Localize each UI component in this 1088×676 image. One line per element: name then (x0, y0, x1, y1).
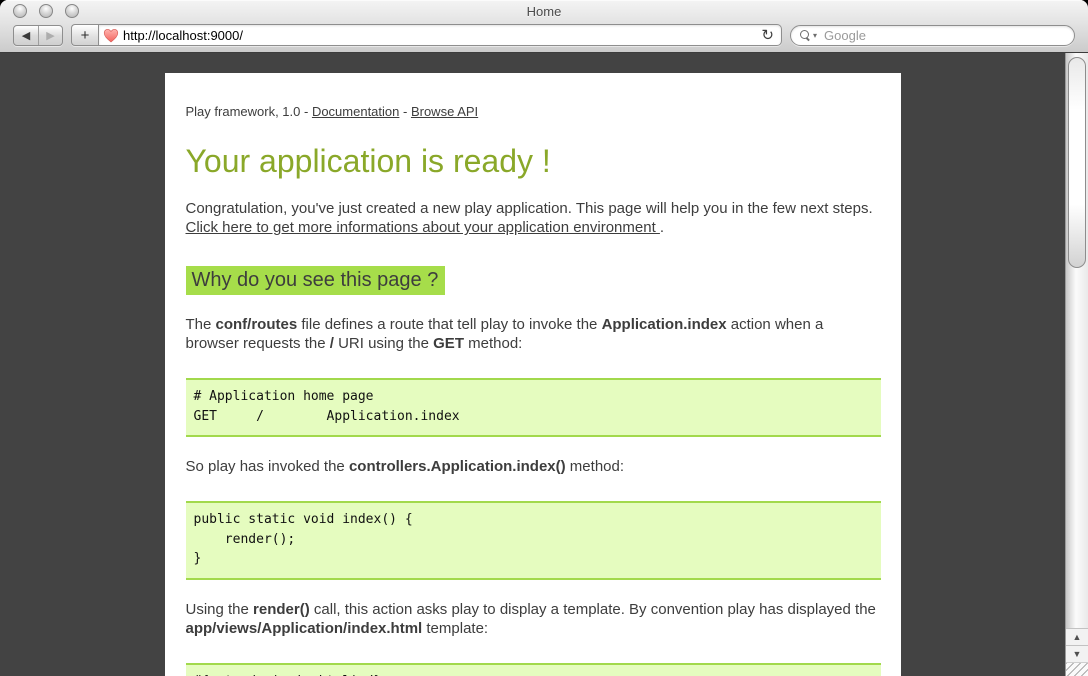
text-span: - (399, 104, 411, 119)
history-nav-group: ◀ ▶ (13, 25, 63, 46)
intro-paragraph: Congratulation, you've just created a ne… (186, 199, 881, 237)
action-code-block: public static void index() { render(); } (186, 501, 881, 580)
template-paragraph: Using the render() call, this action ask… (186, 600, 881, 638)
routes-code-block: # Application home page GET / Applicatio… (186, 378, 881, 437)
scrollbar-arrows: ▲ ▼ (1066, 628, 1088, 662)
zoom-button[interactable] (65, 4, 79, 18)
emphasis-text: render() (253, 601, 310, 618)
emphasis-text: conf/routes (216, 316, 298, 333)
text-span: Play framework, 1.0 - (186, 104, 312, 119)
window-title: Home (527, 4, 562, 19)
emphasis-text: app/views/Application/index.html (186, 620, 423, 637)
search-icon (800, 30, 810, 40)
forward-button[interactable]: ▶ (38, 26, 62, 45)
page-title: Your application is ready ! (186, 144, 881, 179)
text-span: template: (422, 620, 488, 637)
browser-chrome: Home ◀ ▶ + http: (0, 0, 1088, 53)
search-dropdown-icon[interactable]: ▾ (813, 31, 817, 40)
text-span: . (660, 219, 664, 236)
text-span: Using the (186, 601, 254, 618)
text-span: call, this action asks play to display a… (310, 601, 876, 618)
scrollbar-thumb[interactable] (1068, 57, 1086, 268)
text-span: The (186, 316, 216, 333)
window-controls (13, 4, 79, 18)
inline-link[interactable]: Click here to get more informations abou… (186, 219, 660, 236)
text-span: Congratulation, you've just created a ne… (186, 200, 873, 217)
search-placeholder: Google (824, 28, 866, 43)
refresh-icon[interactable]: ↻ (761, 28, 774, 43)
emphasis-text: Application.index (602, 316, 727, 333)
text-span: file defines a route that tell play to i… (297, 316, 601, 333)
browser-window: Home ◀ ▶ + http: (0, 0, 1088, 676)
page-background: Play framework, 1.0 - Documentation - Br… (0, 53, 1065, 676)
text-span: So play has invoked the (186, 458, 349, 475)
window-resize-grip[interactable] (1066, 662, 1088, 676)
heart-favicon-icon (103, 28, 119, 43)
breadcrumb: Play framework, 1.0 - Documentation - Br… (186, 102, 881, 121)
vertical-scrollbar[interactable]: ▲ ▼ (1065, 53, 1088, 676)
invoked-paragraph: So play has invoked the controllers.Appl… (186, 457, 881, 476)
emphasis-text: GET (433, 335, 464, 352)
text-span: method: (566, 458, 624, 475)
scroll-down-button[interactable]: ▼ (1066, 645, 1088, 662)
template-code-block: #{extends 'main.html' /} #{set title:'Ho… (186, 663, 881, 676)
address-bar[interactable]: http://localhost:9000/ ↻ (98, 24, 782, 46)
routes-paragraph: The conf/routes file defines a route tha… (186, 315, 881, 353)
inline-link[interactable]: Documentation (312, 104, 399, 119)
browser-toolbar: ◀ ▶ + http://localhost:9000/ ↻ (0, 22, 1088, 52)
title-bar[interactable]: Home (0, 0, 1088, 22)
back-button[interactable]: ◀ (14, 26, 38, 45)
emphasis-text: controllers.Application.index() (349, 458, 566, 475)
address-bar-group: + http://localhost:9000/ ↻ (71, 24, 782, 46)
text-span: URI using the (334, 335, 433, 352)
page-viewport: Play framework, 1.0 - Documentation - Br… (0, 53, 1088, 676)
play-welcome-page: Play framework, 1.0 - Documentation - Br… (165, 73, 901, 676)
url-text[interactable]: http://localhost:9000/ (123, 28, 243, 43)
text-span: method: (464, 335, 522, 352)
section-heading: Why do you see this page ? (186, 266, 446, 295)
add-bookmark-button[interactable]: + (71, 24, 98, 46)
close-button[interactable] (13, 4, 27, 18)
inline-link[interactable]: Browse API (411, 104, 478, 119)
scroll-up-button[interactable]: ▲ (1066, 628, 1088, 645)
search-input[interactable]: ▾ Google (790, 25, 1075, 46)
minimize-button[interactable] (39, 4, 53, 18)
